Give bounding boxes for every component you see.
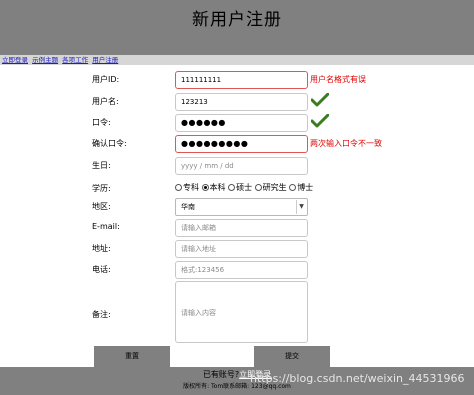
password-row: 口令: ●●●●●● <box>0 114 474 134</box>
radio-option-boshi[interactable]: 博士 <box>289 183 313 192</box>
reset-button[interactable]: 重置 <box>94 346 170 367</box>
radio-label: 博士 <box>297 183 314 192</box>
username-row: 用户名: 123213 <box>0 93 474 113</box>
address-label: 地址: <box>92 244 111 253</box>
region-select-value: 华南 <box>181 203 195 211</box>
page-title: 新用户注册 <box>192 10 282 30</box>
remark-textarea[interactable]: 请输入内容 <box>175 281 308 343</box>
userid-row: 用户ID: 111111111 用户名格式有误 <box>0 71 474 91</box>
confirm-label: 确认口令: <box>92 139 127 148</box>
userid-input[interactable]: 111111111 <box>175 71 308 89</box>
confirm-error-text: 两次输入口令不一致 <box>310 139 382 148</box>
phone-label: 电话: <box>92 265 111 274</box>
phone-input[interactable]: 格式:123456 <box>175 261 308 279</box>
footer-login-prefix: 已有账号? <box>202 370 240 379</box>
check-icon <box>311 93 329 107</box>
birthday-input[interactable]: yyyy / mm / dd <box>175 157 308 175</box>
radio-option-benke[interactable]: 本科 <box>201 183 226 192</box>
check-icon <box>311 114 329 128</box>
radio-label: 专科 <box>183 183 199 192</box>
radio-button[interactable] <box>228 184 236 191</box>
nav-link-example[interactable]: 示例主题 <box>32 56 58 64</box>
submit-button[interactable]: 提交 <box>254 346 330 367</box>
username-input[interactable]: 123213 <box>175 93 308 111</box>
nav-link-login[interactable]: 立即登录 <box>2 56 28 64</box>
region-label: 地区: <box>92 202 111 211</box>
nav-link-work[interactable]: 各项工作 <box>62 56 88 64</box>
radio-button[interactable] <box>254 184 262 191</box>
email-field[interactable]: 请输入邮箱 <box>175 219 308 237</box>
userid-error-text: 用户名格式有误 <box>310 75 366 84</box>
region-select[interactable]: 华南 ▼ <box>175 198 308 216</box>
radio-option-shuoshi[interactable]: 硕士 <box>228 183 252 192</box>
radio-label: 本科 <box>209 183 226 192</box>
region-row: 地区: 华南 ▼ <box>0 198 474 218</box>
password-input[interactable]: ●●●●●● <box>175 114 308 132</box>
radio-label: 研究生 <box>262 183 287 192</box>
radio-option-zhuanke[interactable]: 专科 <box>175 183 199 192</box>
education-label: 学历: <box>92 184 111 193</box>
watermark-text: https://blog.csdn.net/weixin_44531966 <box>250 372 465 385</box>
page-header: 新用户注册 <box>0 0 474 55</box>
nav-link-register[interactable]: 用户注册 <box>92 56 118 64</box>
birthday-row: 生日: yyyy / mm / dd <box>0 157 474 177</box>
nav-bar: 立即登录 示例主题 各项工作 用户注册 <box>0 55 474 65</box>
username-label: 用户名: <box>92 97 119 106</box>
radio-option-yanjiusheng[interactable]: 研究生 <box>254 183 287 192</box>
email-label: E-mail: <box>92 222 120 231</box>
radio-button[interactable] <box>201 184 209 191</box>
education-radio-group: 专科 本科 硕士 研究生 博士 <box>175 182 313 193</box>
remark-label: 备注: <box>92 310 111 319</box>
email-row: E-mail: 请输入邮箱 <box>0 219 474 239</box>
birthday-label: 生日: <box>92 161 111 170</box>
address-row: 地址: 请输入地址 <box>0 240 474 260</box>
radio-button[interactable] <box>289 184 297 191</box>
phone-row: 电话: 格式:123456 <box>0 261 474 281</box>
userid-label: 用户ID: <box>92 75 120 84</box>
radio-button[interactable] <box>175 184 182 191</box>
address-input[interactable]: 请输入地址 <box>175 240 308 258</box>
confirm-password-input[interactable]: ●●●●●●●●● <box>175 135 308 153</box>
confirm-row: 确认口令: ●●●●●●●●● 两次输入口令不一致 <box>0 135 474 155</box>
password-label: 口令: <box>92 118 111 127</box>
chevron-down-icon[interactable]: ▼ <box>296 200 306 214</box>
education-row: 学历: 专科 本科 硕士 研究生 博士 <box>0 180 474 200</box>
radio-label: 硕士 <box>236 183 253 192</box>
